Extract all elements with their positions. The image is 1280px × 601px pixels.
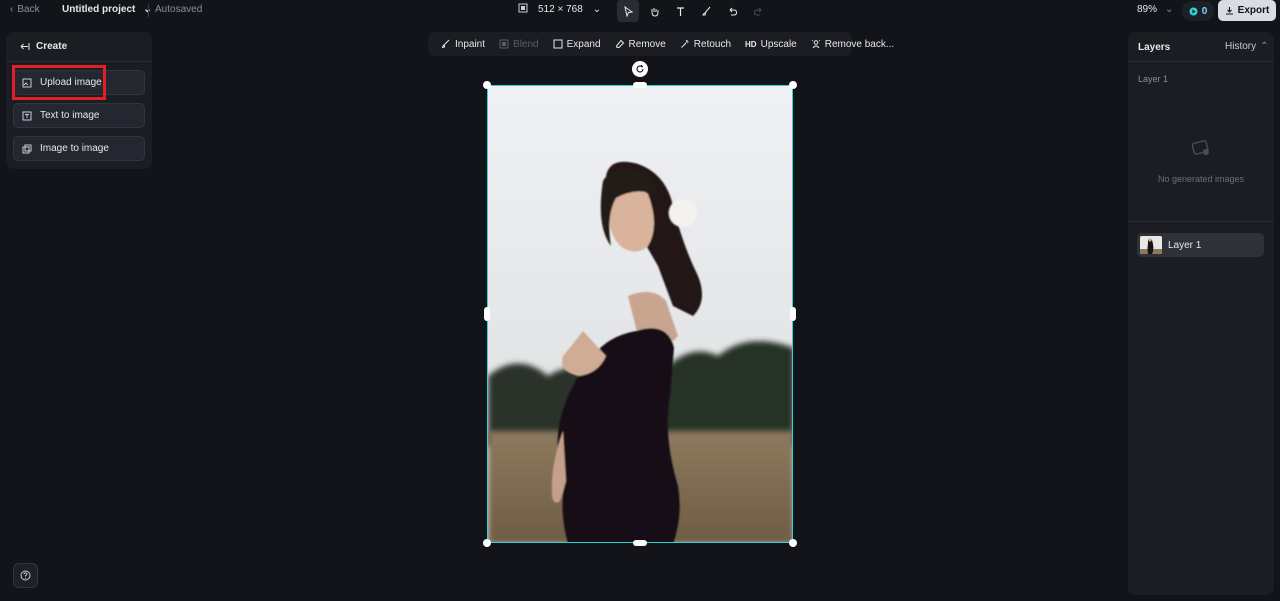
layers-panel: Layers History ⌃ Layer 1 No generated im… [1128,32,1274,595]
text-image-icon [22,111,32,120]
person-cutout-icon [811,39,821,49]
layer-thumbnail [1140,236,1162,254]
divider [1128,221,1274,222]
autosave-status: Autosaved [155,4,203,15]
brush-tool[interactable] [695,0,717,22]
portrait-photo [488,86,792,542]
chevron-down-icon: ⌄ [592,4,602,15]
resize-handle-right[interactable] [790,307,796,321]
download-icon [1225,7,1233,15]
divider [1128,61,1274,62]
hand-icon [651,7,658,17]
text-icon [676,6,684,16]
hd-icon: HD [745,39,757,49]
resize-handle-left[interactable] [484,307,490,321]
image-edit-toolbar: Inpaint Blend Expand Remove Retouch HD U… [428,32,894,56]
text-tool[interactable] [669,0,691,22]
canvas-size-dropdown[interactable]: 512 × 768 ⌄ [518,3,601,16]
text-to-image-button[interactable]: Text to image [13,103,145,128]
cursor-icon [623,5,633,17]
chevron-up-icon: ⌃ [1260,41,1269,52]
rotate-icon [636,65,644,73]
images-icon [22,144,32,153]
remove-button[interactable]: Remove [608,39,673,50]
upload-image-icon [22,78,32,87]
redo-icon [753,7,761,15]
remove-background-button[interactable]: Remove back... [804,39,901,50]
inpaint-button[interactable]: Inpaint [434,39,492,50]
resize-handle-bottom-left[interactable] [483,539,491,547]
redo-button[interactable] [747,0,769,22]
create-panel: Create Upload image Text to image Image … [6,32,152,169]
layers-tab[interactable]: Layers [1138,42,1170,53]
rotate-handle[interactable] [632,61,648,77]
project-name-dropdown[interactable]: Untitled project ⌄ [62,4,152,15]
resize-icon [518,3,528,16]
layer-item[interactable]: Layer 1 [1137,233,1264,257]
credits-badge[interactable]: 0 [1182,1,1214,21]
upscale-button[interactable]: HD Upscale [738,39,804,50]
hand-tool[interactable] [643,0,665,22]
help-button[interactable] [13,563,38,588]
resize-handle-bottom-right[interactable] [789,539,797,547]
chevron-down-icon: ⌄ [1165,4,1174,15]
eraser-icon [615,39,624,48]
expand-button[interactable]: Expand [546,39,608,50]
layer-section-label: Layer 1 [1138,74,1169,84]
top-bar: ‹ Back Untitled project ⌄ Autosaved 512 … [0,0,1280,22]
resize-handle-top-left[interactable] [483,81,491,89]
resize-handle-bottom[interactable] [633,540,647,546]
empty-state-text: No generated images [1157,174,1245,184]
brush-icon [701,6,710,15]
back-button[interactable]: ‹ Back [10,4,40,15]
retouch-button[interactable]: Retouch [673,39,738,50]
zoom-dropdown[interactable]: 89% ⌄ [1137,4,1173,15]
undo-button[interactable] [721,0,743,22]
arrow-left-icon [20,43,30,50]
wand-icon [680,40,689,48]
history-toggle[interactable]: History ⌃ [1225,41,1269,52]
help-icon [20,570,31,581]
resize-handle-top-right[interactable] [789,81,797,89]
inpaint-icon [441,39,450,49]
tool-group [617,0,769,22]
image-to-image-button[interactable]: Image to image [13,136,145,161]
divider [148,4,149,17]
resize-handle-top[interactable] [633,82,647,88]
credit-icon [1189,7,1198,15]
divider [6,61,152,62]
create-panel-header[interactable]: Create [20,41,67,52]
export-button[interactable]: Export [1218,0,1276,21]
empty-images-icon [1189,136,1213,163]
canvas-image[interactable] [487,85,793,543]
blend-button[interactable]: Blend [492,39,546,50]
expand-icon [553,39,563,49]
undo-icon [729,7,737,15]
upload-image-button[interactable]: Upload image [13,70,145,95]
chevron-left-icon: ‹ [10,4,14,15]
select-tool[interactable] [617,0,639,22]
blend-icon [499,39,509,49]
